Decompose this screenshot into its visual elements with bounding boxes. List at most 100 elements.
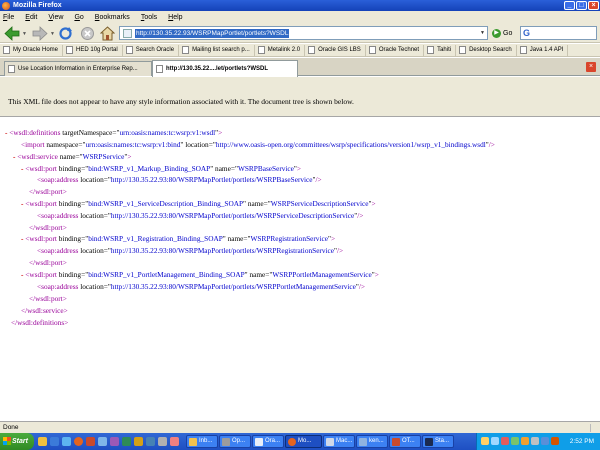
quicklaunch-app-icon[interactable] (86, 437, 95, 446)
quicklaunch-browser-icon[interactable] (62, 437, 71, 446)
collapse-toggle[interactable]: - (5, 128, 7, 137)
bookmark-page-icon (368, 46, 376, 54)
reload-button[interactable] (58, 26, 73, 41)
menu-tools[interactable]: Tools (141, 14, 157, 21)
tray-power-icon[interactable] (551, 437, 559, 445)
menu-go[interactable]: Go (74, 14, 83, 21)
xml-line: </wsdl:port> (29, 258, 67, 267)
collapse-toggle[interactable]: - (13, 152, 15, 161)
bookmark-item[interactable]: HED 10g Portal (63, 44, 123, 56)
bookmark-item[interactable]: Search Oracle (123, 44, 180, 56)
taskbar-window-button-active[interactable]: Mo... (285, 435, 322, 448)
xml-line: - <wsdl:definitions targetNamespace="urn… (5, 128, 223, 137)
go-button[interactable]: ▶ Go (492, 27, 512, 39)
quicklaunch-firefox-icon[interactable] (74, 437, 83, 446)
tray-volume-icon[interactable] (531, 437, 539, 445)
window-controls: _ □ × (564, 1, 599, 10)
menu-file[interactable]: File (3, 14, 14, 21)
tray-alert-icon[interactable] (481, 437, 489, 445)
tab-wsdl[interactable]: http://130.35.22....let/portlets?WSDL (152, 60, 298, 77)
taskbar-window-button[interactable]: Mac... (323, 435, 355, 448)
tray-app-icon[interactable] (511, 437, 519, 445)
quicklaunch-settings-icon[interactable] (158, 437, 167, 446)
menu-view[interactable]: View (48, 14, 63, 21)
resize-grip-icon[interactable] (590, 424, 598, 432)
home-button[interactable] (99, 26, 116, 41)
address-history-chevron-icon[interactable]: ▼ (480, 30, 485, 36)
quicklaunch-extra-icon[interactable] (170, 437, 179, 446)
bookmark-item[interactable]: Desktop Search (456, 44, 517, 56)
collapse-toggle[interactable]: - (21, 270, 23, 279)
start-button[interactable]: Start (0, 433, 34, 450)
quicklaunch-notes-icon[interactable] (134, 437, 143, 446)
quicklaunch-mail-icon[interactable] (98, 437, 107, 446)
forward-arrow-icon (32, 26, 48, 41)
taskbar-window-icon (288, 438, 296, 446)
window-title: Mozilla Firefox (13, 2, 62, 9)
bookmark-page-icon (257, 46, 265, 54)
stop-icon (81, 27, 94, 40)
tab-location-info[interactable]: Use Location Information in Enterprise R… (4, 61, 152, 76)
bookmark-item[interactable]: Mailing list search p... (179, 44, 255, 56)
taskbar-window-button[interactable]: ken... (356, 435, 388, 448)
taskbar-window-icon (326, 438, 334, 446)
taskbar-window-icon (425, 438, 433, 446)
bookmark-page-icon (459, 46, 467, 54)
taskbar-window-icon (359, 438, 367, 446)
collapse-toggle[interactable]: - (21, 234, 23, 243)
address-input[interactable]: http://130.35.22.93/WSRPMapPortlet/portl… (135, 28, 290, 38)
taskbar-window-icon (392, 438, 400, 446)
xml-line: - <wsdl:port binding="bind:WSRP_v1_Regis… (21, 234, 336, 243)
quicklaunch-network-icon[interactable] (146, 437, 155, 446)
xml-line: </wsdl:port> (29, 223, 67, 232)
taskbar-window-icon (222, 438, 230, 446)
forward-button[interactable] (32, 26, 48, 41)
bookmark-item[interactable]: Oracle Technet (366, 44, 425, 56)
quicklaunch-desktop-icon[interactable] (50, 437, 59, 446)
go-arrow-icon: ▶ (492, 28, 501, 38)
taskbar-window-button[interactable]: Ora... (252, 435, 284, 448)
back-button[interactable] (4, 26, 20, 41)
back-history-chevron-icon[interactable]: ▼ (22, 31, 27, 37)
stop-button[interactable] (80, 26, 95, 41)
taskbar-window-button[interactable]: Sta... (422, 435, 454, 448)
taskbar-window-button[interactable]: Op... (219, 435, 251, 448)
close-tab-button[interactable]: × (586, 62, 596, 72)
bookmark-item[interactable]: Oracle GIS LBS (305, 44, 366, 56)
taskbar-window-icon (255, 438, 263, 446)
menu-help[interactable]: Help (168, 14, 182, 21)
tray-network-icon[interactable] (491, 437, 499, 445)
collapse-toggle[interactable]: - (21, 164, 23, 173)
bookmark-page-icon (66, 46, 74, 54)
tray-messenger-icon[interactable] (541, 437, 549, 445)
system-tray: 2:52 PM (476, 433, 600, 450)
close-window-button[interactable]: × (588, 1, 599, 10)
taskbar-clock[interactable]: 2:52 PM (570, 433, 594, 450)
taskbar-window-button[interactable]: Inb... (186, 435, 218, 448)
bookmark-item[interactable]: My Oracle Home (0, 44, 64, 56)
tray-update-icon[interactable] (521, 437, 529, 445)
firefox-icon (2, 2, 10, 10)
quicklaunch-folder-icon[interactable] (38, 437, 47, 446)
quicklaunch-tool-icon[interactable] (122, 437, 131, 446)
collapse-toggle[interactable]: - (21, 199, 23, 208)
minimize-button[interactable]: _ (564, 1, 575, 10)
bookmark-item[interactable]: Java 1.4 API (517, 44, 569, 56)
menu-edit[interactable]: Edit (25, 14, 37, 21)
xml-line: <soap:address location="http://130.35.22… (37, 175, 322, 184)
taskbar-window-button[interactable]: OT... (389, 435, 421, 448)
tab-page-icon (156, 65, 163, 73)
xml-line: <soap:address location="http://130.35.22… (37, 211, 364, 220)
status-bar: Done (0, 421, 600, 433)
window-titlebar[interactable]: Mozilla Firefox _ □ × (0, 0, 600, 11)
maximize-button[interactable]: □ (576, 1, 587, 10)
bookmark-item[interactable]: Metalink 2.0 (255, 44, 306, 56)
xml-line: - <wsdl:service name="WSRPService"> (13, 152, 132, 161)
quicklaunch-media-icon[interactable] (110, 437, 119, 446)
forward-history-chevron-icon[interactable]: ▼ (50, 31, 55, 37)
tray-security-icon[interactable] (501, 437, 509, 445)
search-input[interactable]: G (520, 26, 597, 40)
address-bar[interactable]: http://130.35.22.93/WSRPMapPortlet/portl… (119, 26, 488, 40)
bookmark-item[interactable]: Tahiti (424, 44, 457, 56)
menu-bookmarks[interactable]: Bookmarks (95, 14, 130, 21)
